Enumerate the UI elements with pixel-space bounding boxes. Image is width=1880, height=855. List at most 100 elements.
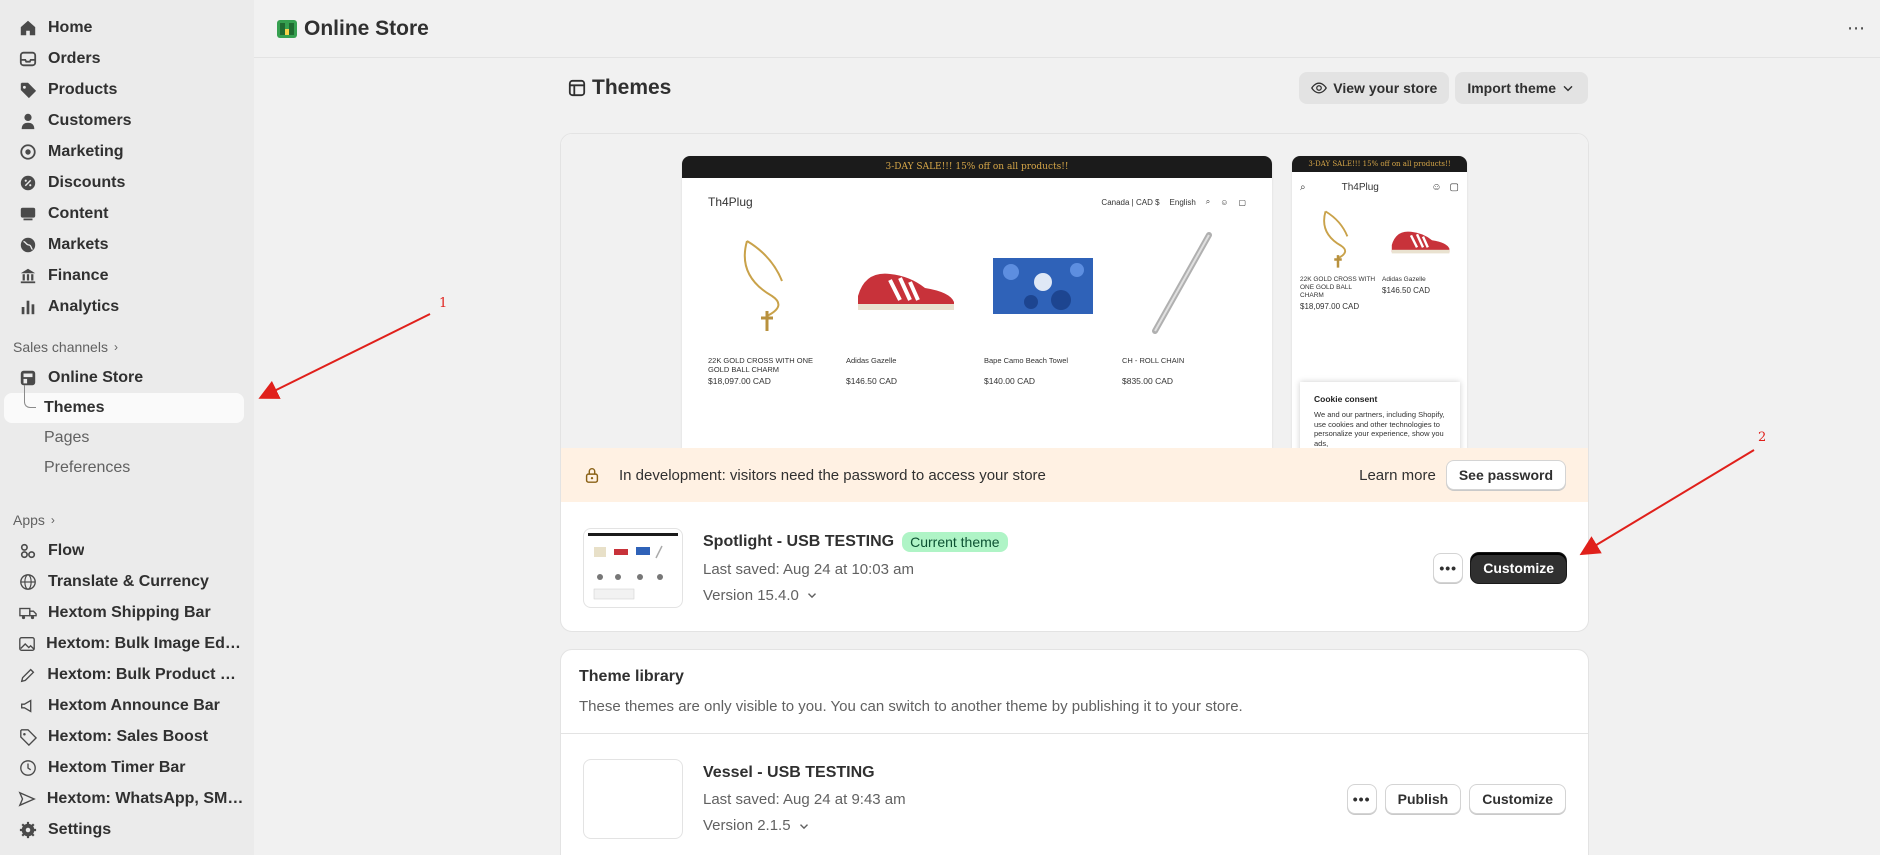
theme-preview[interactable]: 3-DAY SALE!!! 15% off on all products!! … [561, 134, 1588, 448]
announcement-bar: 3-DAY SALE!!! 15% off on all products!! [682, 156, 1272, 178]
apps-header[interactable]: Apps › [0, 505, 254, 535]
bank-icon [18, 266, 38, 286]
search-icon: ⌕ [1205, 197, 1211, 206]
sidebar-item-label: Pages [44, 429, 90, 446]
store-header: Th4Plug Canada | CAD $ English ⌕ ☺ ▢ [682, 178, 1272, 226]
sidebar-app-flow[interactable]: Flow [4, 535, 244, 566]
language-selector: English [1169, 197, 1196, 207]
theme-version-toggle[interactable]: Version 15.4.0 [703, 587, 1008, 604]
bar-chart-icon [18, 297, 38, 317]
product-name: Bape Camo Beach Towel [984, 356, 1069, 365]
home-icon [18, 18, 38, 38]
content-icon [18, 204, 38, 224]
sidebar-item-finance[interactable]: Finance [4, 260, 244, 291]
sidebar-item-customers[interactable]: Customers [4, 105, 244, 136]
chevron-down-icon [1563, 85, 1573, 92]
sidebar-item-home[interactable]: Home [4, 12, 244, 43]
sidebar-item-preferences[interactable]: Preferences [4, 453, 244, 483]
current-theme-actions: ••• Customize [1433, 552, 1566, 583]
sneaker-image [1382, 202, 1458, 276]
truck-icon [18, 603, 38, 623]
sidebar-app-bulk-image[interactable]: Hextom: Bulk Image Edit &... [4, 628, 244, 659]
cookie-title: Cookie consent [1314, 394, 1378, 404]
sidebar-app-sales-boost[interactable]: Hextom: Sales Boost [4, 721, 244, 752]
chevron-down-icon [799, 823, 808, 829]
sidebar-item-content[interactable]: Content [4, 198, 244, 229]
sidebar-app-whatsapp[interactable]: Hextom: WhatsApp, SMS ... [4, 783, 244, 814]
sidebar-item-label: Hextom: Bulk Image Edit &... [46, 634, 244, 652]
gold-cross-image [708, 226, 826, 346]
sidebar-item-products[interactable]: Products [4, 74, 244, 105]
theme-version-toggle[interactable]: Version 2.1.5 [703, 817, 906, 834]
annotation-label-2: 2 [1758, 430, 1767, 445]
cart-icon: ▢ [1449, 181, 1459, 193]
sidebar-app-shipping-bar[interactable]: Hextom Shipping Bar [4, 597, 244, 628]
customize-button[interactable]: Customize [1471, 552, 1566, 583]
sales-channels-header[interactable]: Sales channels › [0, 332, 254, 362]
banner-actions: Learn more See password [1359, 460, 1566, 490]
desktop-preview: 3-DAY SALE!!! 15% off on all products!! … [682, 156, 1272, 448]
sidebar-app-translate[interactable]: Translate & Currency [4, 566, 244, 597]
sidebar-item-pages[interactable]: Pages [4, 423, 244, 453]
publish-button[interactable]: Publish [1384, 784, 1462, 814]
sidebar-item-label: Hextom Timer Bar [48, 758, 186, 776]
development-message: In development: visitors need the passwo… [619, 466, 1046, 484]
customize-button[interactable]: Customize [1469, 784, 1566, 814]
product-name: 22K GOLD CROSS WITH ONE GOLD BALL CHARM [1300, 276, 1376, 299]
sidebar-app-bulk-product[interactable]: Hextom: Bulk Product Edit [4, 659, 244, 690]
tag-icon [18, 80, 38, 100]
top-bar: Online Store ⋯ [254, 0, 1880, 58]
more-actions-button[interactable]: ••• [1346, 784, 1377, 814]
person-icon [18, 111, 38, 131]
sidebar-item-label: Flow [48, 541, 85, 559]
theme-name-row: Spotlight - USB TESTING Current theme [703, 531, 1008, 552]
import-theme-button[interactable]: Import theme [1455, 72, 1588, 104]
see-password-button[interactable]: See password [1445, 460, 1566, 490]
product-card: Bape Camo Beach Towel $140.00 CAD [984, 226, 1102, 386]
theme-thumbnail[interactable] [583, 759, 683, 839]
flow-icon [18, 541, 38, 561]
cart-icon: ▢ [1238, 197, 1246, 207]
cookie-text: We and our partners, including Shopify, … [1314, 410, 1445, 448]
account-icon: ☺ [1431, 181, 1442, 193]
product-card: Adidas Gazelle $146.50 CAD [1382, 202, 1458, 311]
sidebar-item-label: Hextom: WhatsApp, SMS ... [46, 789, 244, 807]
sidebar-item-label: Customers [48, 111, 132, 129]
image-icon [18, 634, 36, 654]
sidebar-app-timer-bar[interactable]: Hextom Timer Bar [4, 752, 244, 783]
sidebar-item-marketing[interactable]: Marketing [4, 136, 244, 167]
learn-more-link[interactable]: Learn more [1359, 467, 1436, 484]
product-price: $835.00 CAD [1122, 376, 1174, 386]
chain-image [1122, 226, 1240, 346]
sidebar-item-label: Hextom Shipping Bar [48, 603, 211, 621]
development-banner: In development: visitors need the passwo… [561, 448, 1588, 502]
tag-outline-icon [18, 727, 38, 747]
more-actions-button[interactable]: ••• [1433, 552, 1464, 583]
sidebar-item-markets[interactable]: Markets [4, 229, 244, 260]
send-icon [18, 789, 37, 809]
sidebar-item-themes[interactable]: Themes [4, 385, 244, 423]
theme-info: Vessel - USB TESTING Last saved: Aug 24 … [703, 764, 906, 834]
sidebar-item-settings[interactable]: Settings [4, 814, 244, 845]
sidebar-item-label: Hextom: Bulk Product Edit [47, 665, 244, 683]
theme-thumbnail[interactable] [583, 527, 683, 608]
product-price: $146.50 CAD [846, 376, 898, 386]
sidebar-item-analytics[interactable]: Analytics [4, 291, 244, 322]
view-store-button[interactable]: View your store [1299, 72, 1450, 104]
library-theme-row: Vessel - USB TESTING Last saved: Aug 24 … [561, 734, 1588, 855]
product-grid: 22K GOLD CROSS WITH ONE GOLD BALL CHARM … [682, 226, 1272, 386]
sidebar-item-orders[interactable]: Orders [4, 43, 244, 74]
current-theme-card: 3-DAY SALE!!! 15% off on all products!! … [560, 133, 1589, 632]
mobile-product-grid: 22K GOLD CROSS WITH ONE GOLD BALL CHARM … [1292, 202, 1467, 311]
annotation-arrow-2 [1579, 449, 1755, 556]
sidebar-item-label: Marketing [48, 142, 124, 160]
sidebar-app-announce-bar[interactable]: Hextom Announce Bar [4, 690, 244, 721]
more-options-icon[interactable]: ⋯ [1847, 18, 1866, 39]
sidebar-item-label: Discounts [48, 173, 126, 191]
sidebar-item-discounts[interactable]: Discounts [4, 167, 244, 198]
theme-library-header: Theme library These themes are only visi… [561, 650, 1588, 734]
chevron-right-icon: › [113, 340, 118, 354]
sidebar-item-online-store[interactable]: Online Store [4, 362, 244, 393]
sidebar-item-label: Preferences [44, 459, 131, 476]
sidebar-item-label: Products [48, 80, 118, 98]
